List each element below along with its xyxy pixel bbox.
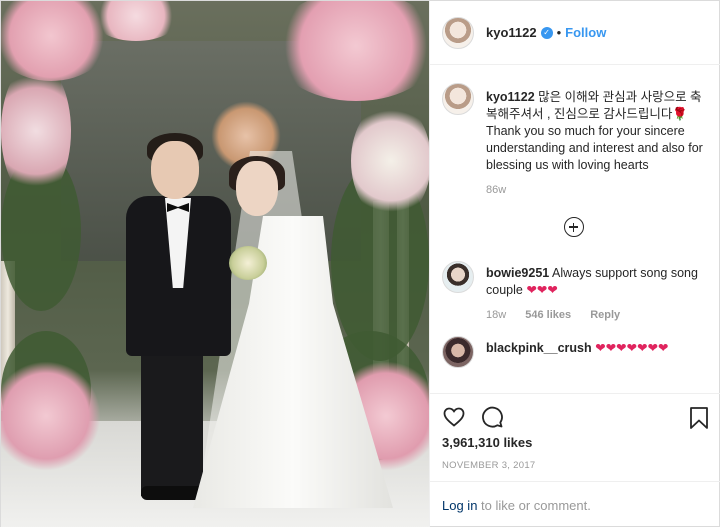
caption-author-username[interactable]: kyo1122 [486, 90, 535, 104]
commenter-username[interactable]: blackpink__crush [486, 341, 592, 355]
comment-item: blackpink__crush ❤❤❤❤❤❤❤ [430, 326, 720, 368]
separator-dot: • [556, 25, 562, 40]
author-avatar[interactable] [442, 16, 474, 49]
post-date[interactable]: November 3, 2017 [442, 460, 536, 471]
bouquet [229, 246, 267, 280]
comments-list: kyo1122 많은 이해와 관심과 사랑으로 축복해주셔서 , 진심으로 감사… [430, 73, 720, 393]
heart-emojis: ❤❤❤❤❤❤❤ [595, 341, 669, 355]
login-prompt: Log in to like or comment. [430, 481, 720, 527]
instagram-post-embed: kyo1122 ✓ • Follow kyo1122 많은 이해와 관심과 사랑… [0, 0, 720, 527]
bookmark-icon[interactable] [688, 406, 710, 430]
follow-button[interactable]: Follow [565, 25, 606, 40]
login-link[interactable]: Log in [442, 498, 477, 513]
post-header: kyo1122 ✓ • Follow [430, 1, 720, 65]
caption: kyo1122 많은 이해와 관심과 사랑으로 축복해주셔서 , 진심으로 감사… [430, 73, 720, 199]
comment-icon[interactable] [480, 405, 504, 429]
login-suffix: to like or comment. [477, 498, 591, 513]
post-side-panel: kyo1122 ✓ • Follow kyo1122 많은 이해와 관심과 사랑… [429, 1, 720, 527]
verified-badge-icon: ✓ [540, 26, 553, 39]
post-photo[interactable] [1, 1, 429, 527]
comment-likes[interactable]: 546 likes [525, 309, 571, 321]
reply-button[interactable]: Reply [590, 309, 620, 321]
heart-emojis: ❤❤❤ [526, 283, 558, 297]
author-username[interactable]: kyo1122 [486, 25, 537, 40]
commenter-username[interactable]: bowie9251 [486, 266, 549, 280]
commenter-avatar[interactable] [442, 336, 474, 368]
action-bar [430, 393, 720, 439]
commenter-avatar[interactable] [442, 261, 474, 293]
comment-timestamp[interactable]: 18w [486, 309, 506, 321]
heart-icon[interactable] [442, 405, 466, 429]
caption-author-avatar[interactable] [442, 83, 474, 115]
caption-timestamp[interactable]: 86w [486, 184, 506, 196]
like-count[interactable]: 3,961,310 likes [442, 435, 532, 450]
load-more-icon[interactable] [564, 217, 584, 237]
comment-item: bowie9251 Always support song song coupl… [430, 251, 720, 324]
